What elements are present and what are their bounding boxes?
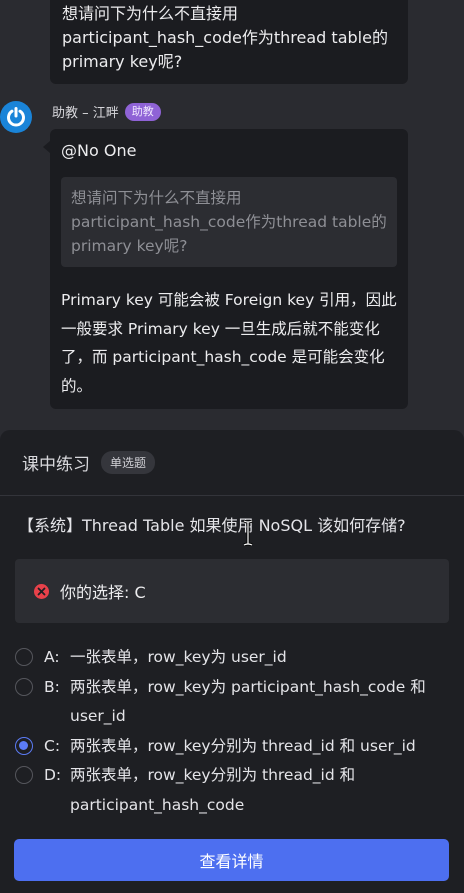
avatar[interactable] (0, 101, 32, 133)
previous-message-text: 想请问下为什么不直接用participant_hash_code作为thread… (62, 4, 388, 71)
option-d[interactable]: D: 两张表单，row_key分别为 thread_id 和 participa… (14, 761, 454, 820)
mention-text[interactable]: @No One (61, 141, 397, 161)
option-text: 两张表单，row_key为 participant_hash_code 和 us… (70, 677, 426, 726)
your-choice-box: 你的选择: C (15, 559, 449, 623)
option-text: 一张表单，row_key为 user_id (70, 648, 287, 666)
your-choice-text: 你的选择: C (60, 583, 146, 602)
view-details-button[interactable]: 查看详情 (14, 839, 449, 881)
option-c[interactable]: C: 两张表单，row_key分别为 thread_id 和 user_id (14, 732, 454, 762)
sender-info: 助教 – 江畔 助教 (52, 102, 161, 121)
sender-name: 助教 – 江畔 (52, 106, 119, 121)
option-letter: B: (44, 677, 60, 696)
radio-a[interactable] (15, 648, 33, 666)
chat-area: 想请问下为什么不直接用participant_hash_code作为thread… (0, 0, 464, 430)
radio-d[interactable] (15, 766, 33, 784)
reply-message-bubble: @No One 想请问下为什么不直接用participant_hash_code… (43, 129, 408, 409)
role-badge: 助教 (124, 102, 161, 121)
question-type-badge: 单选题 (101, 451, 156, 474)
previous-message-bubble: 想请问下为什么不直接用participant_hash_code作为thread… (50, 0, 408, 84)
question-text: 【系统】Thread Table 如果使用 NoSQL 该如何存储? (18, 516, 406, 535)
option-letter: A: (44, 648, 60, 666)
option-letter: C: (44, 736, 61, 755)
quoted-message: 想请问下为什么不直接用participant_hash_code作为thread… (61, 177, 397, 267)
reply-text: Primary key 可能会被 Foreign key 引用，因此一般要求 P… (61, 291, 397, 395)
option-b[interactable]: B: 两张表单，row_key为 participant_hash_code 和… (14, 673, 454, 732)
option-letter: D: (44, 766, 62, 784)
close-circle-icon (34, 583, 49, 599)
option-text: 两张表单，row_key分别为 thread_id 和 participant_… (70, 766, 356, 814)
option-a[interactable]: A: 一张表单，row_key为 user_id (14, 643, 454, 673)
power-icon (7, 107, 25, 127)
radio-b[interactable] (15, 677, 33, 696)
text-cursor-icon (243, 520, 253, 546)
options-list: A: 一张表单，row_key为 user_id B: 两张表单，row_key… (14, 643, 454, 820)
exercise-header: 课中练习 单选题 (0, 430, 464, 496)
exercise-panel: 课中练习 单选题 【系统】Thread Table 如果使用 NoSQL 该如何… (0, 430, 464, 893)
option-text: 两张表单，row_key分别为 thread_id 和 user_id (70, 736, 416, 755)
radio-c-selected[interactable] (15, 736, 33, 755)
exercise-title: 课中练习 (22, 455, 90, 475)
